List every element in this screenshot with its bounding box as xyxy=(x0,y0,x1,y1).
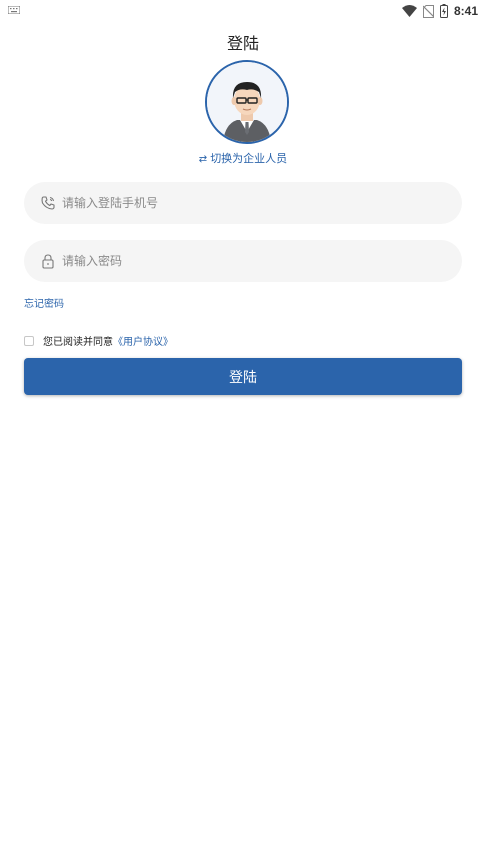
user-avatar-icon xyxy=(207,62,287,142)
login-button[interactable]: 登陆 xyxy=(24,358,462,395)
status-bar: 8:41 xyxy=(0,0,486,22)
page-title: 登陆 xyxy=(226,34,259,53)
no-sim-icon xyxy=(422,4,434,18)
user-agreement-link[interactable]: 《用户协议》 xyxy=(113,333,173,348)
agreement-text: 您已阅读并同意 xyxy=(43,337,113,348)
switch-role-label: 切换为企业人员 xyxy=(210,152,288,165)
battery-charging-icon xyxy=(439,4,448,18)
swap-arrows-icon: ⇄ xyxy=(198,154,208,165)
phone-field xyxy=(24,182,462,224)
wifi-icon xyxy=(401,5,417,17)
avatar[interactable] xyxy=(205,60,289,144)
forgot-password-link[interactable]: 忘记密码 xyxy=(24,295,64,310)
keyboard-icon xyxy=(8,6,20,14)
password-input[interactable] xyxy=(62,240,442,282)
agreement-row: 您已阅读并同意 《用户协议》 xyxy=(24,333,173,348)
phone-icon xyxy=(41,196,55,210)
lock-icon xyxy=(42,254,54,269)
agreement-checkbox[interactable] xyxy=(24,335,34,346)
phone-input[interactable] xyxy=(62,182,442,224)
status-time: 8:41 xyxy=(453,4,478,18)
password-field xyxy=(24,240,462,282)
switch-role-link[interactable]: ⇄ 切换为企业人员 xyxy=(0,150,486,166)
